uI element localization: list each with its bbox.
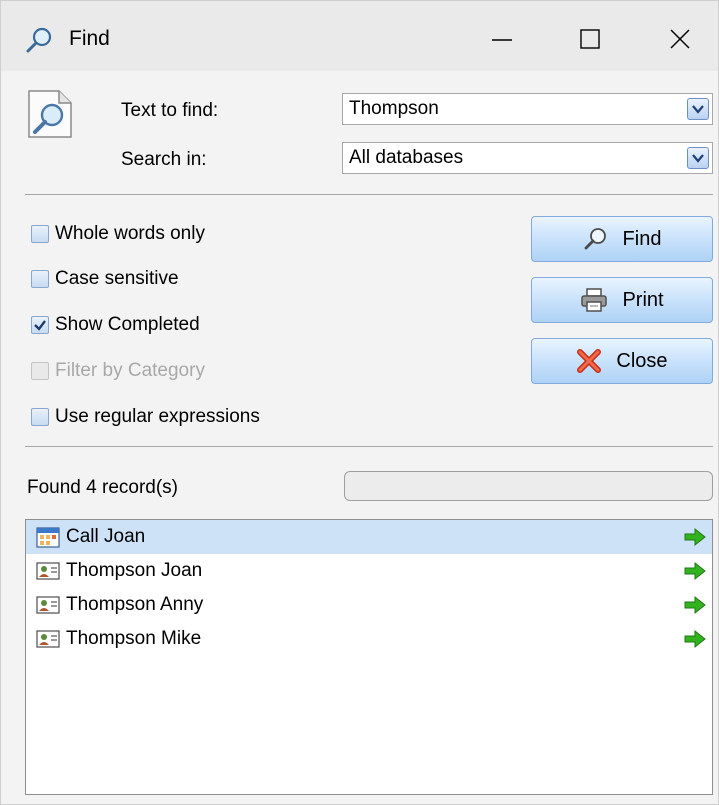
print-button-label: Print (622, 288, 664, 311)
contact-card-icon (36, 627, 60, 651)
chevron-down-icon[interactable] (687, 147, 709, 169)
calendar-icon (36, 525, 60, 549)
search-in-combobox[interactable]: All databases (342, 142, 713, 174)
go-arrow-icon[interactable] (684, 629, 706, 649)
minimize-button[interactable] (479, 19, 525, 59)
search-in-value: All databases (349, 147, 464, 168)
results-list[interactable]: Call Joan Thompson Joan Thompson Anny Th… (25, 519, 713, 795)
go-arrow-icon[interactable] (684, 527, 706, 547)
checkbox-box[interactable] (31, 316, 49, 334)
whole-words-label: Whole words only (55, 223, 205, 244)
text-to-find-value: Thompson (349, 98, 439, 119)
chevron-down-icon[interactable] (687, 98, 709, 120)
checkbox-box (31, 362, 49, 380)
find-button[interactable]: Find (531, 216, 713, 262)
list-item-label: Thompson Mike (66, 628, 202, 649)
magnifier-icon (25, 25, 55, 55)
show-completed-label: Show Completed (55, 314, 200, 335)
document-search-icon (25, 89, 77, 139)
checkbox-box[interactable] (31, 225, 49, 243)
print-button[interactable]: Print (531, 277, 713, 323)
list-item-label: Thompson Joan (66, 560, 203, 581)
go-arrow-icon[interactable] (684, 561, 706, 581)
divider (25, 446, 713, 447)
close-window-button[interactable] (657, 19, 703, 59)
regular-expressions-label: Use regular expressions (55, 406, 260, 427)
case-sensitive-label: Case sensitive (55, 268, 179, 289)
regular-expressions-checkbox[interactable]: Use regular expressions (31, 406, 260, 428)
window-title: Find (69, 27, 110, 50)
close-button[interactable]: Close (531, 338, 713, 384)
checkbox-box[interactable] (31, 270, 49, 288)
text-to-find-label: Text to find: (121, 100, 219, 121)
list-item[interactable]: Call Joan (26, 520, 712, 554)
list-item[interactable]: Thompson Joan (26, 554, 712, 588)
list-item-label: Call Joan (66, 526, 146, 547)
checkmark-icon (34, 320, 46, 331)
find-button-label: Find (622, 227, 662, 250)
results-status: Found 4 record(s) (27, 477, 179, 498)
show-completed-checkbox[interactable]: Show Completed (31, 314, 200, 336)
magnifier-icon (584, 228, 606, 250)
list-item[interactable]: Thompson Anny (26, 588, 712, 622)
list-item-label: Thompson Anny (66, 594, 204, 615)
red-x-icon (577, 349, 602, 373)
case-sensitive-checkbox[interactable]: Case sensitive (31, 268, 179, 290)
checkbox-box[interactable] (31, 408, 49, 426)
maximize-button[interactable] (567, 19, 613, 59)
printer-icon (581, 288, 608, 312)
divider (25, 194, 713, 195)
contact-card-icon (36, 593, 60, 617)
search-in-label: Search in: (121, 149, 207, 170)
contact-card-icon (36, 559, 60, 583)
text-to-find-combobox[interactable]: Thompson (342, 93, 713, 125)
find-dialog: Find Text to find: Thompson Search in: A… (0, 0, 719, 805)
whole-words-checkbox[interactable]: Whole words only (31, 223, 205, 245)
filter-by-category-label: Filter by Category (55, 360, 205, 381)
close-button-label: Close (616, 349, 668, 372)
go-arrow-icon[interactable] (684, 595, 706, 615)
search-progress-bar (344, 471, 713, 501)
title-bar: Find (1, 1, 718, 71)
list-item[interactable]: Thompson Mike (26, 622, 712, 656)
filter-by-category-checkbox: Filter by Category (31, 360, 205, 382)
